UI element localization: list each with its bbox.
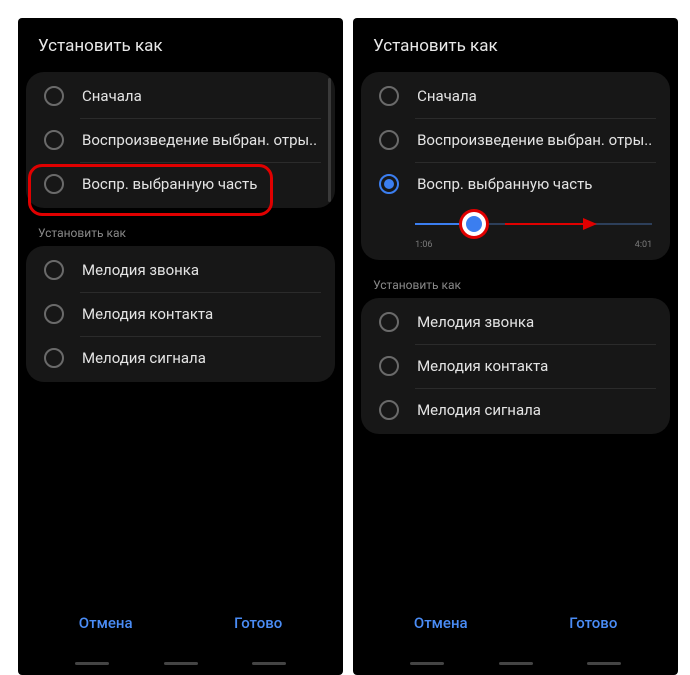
radio-icon — [44, 260, 64, 280]
radio-icon — [44, 174, 64, 194]
button-row: Отмена Готово — [353, 604, 678, 658]
page-title: Установить как — [353, 36, 678, 72]
screenshot-left: Установить как Сначала Воспроизведение в… — [18, 18, 343, 675]
option-contact-melody[interactable]: Мелодия контакта — [361, 344, 670, 388]
trim-slider[interactable]: 1:06 4:01 — [361, 206, 670, 258]
section-header: Установить как — [18, 216, 343, 246]
option-label: Мелодия сигнала — [417, 401, 541, 419]
nav-home-icon[interactable] — [164, 662, 198, 665]
radio-icon — [379, 86, 399, 106]
option-alarm-melody[interactable]: Мелодия сигнала — [26, 336, 335, 380]
time-end: 4:01 — [635, 240, 652, 250]
option-play-selected-part[interactable]: Воспр. выбранную часть — [26, 162, 335, 206]
cancel-button[interactable]: Отмена — [400, 604, 482, 642]
radio-icon — [44, 130, 64, 150]
cancel-button[interactable]: Отмена — [65, 604, 147, 642]
radio-icon — [379, 312, 399, 332]
option-ringtone[interactable]: Мелодия звонка — [361, 300, 670, 344]
radio-icon — [44, 86, 64, 106]
option-from-start[interactable]: Сначала — [361, 74, 670, 118]
radio-icon — [44, 304, 64, 324]
screenshot-right: Установить как Сначала Воспроизведение в… — [353, 18, 678, 675]
radio-icon — [379, 130, 399, 150]
option-label: Сначала — [82, 87, 142, 105]
option-from-start[interactable]: Сначала — [26, 74, 335, 118]
option-label: Воспроизведение выбран. отры.. — [82, 131, 317, 149]
radio-icon — [379, 400, 399, 420]
option-label: Воспроизведение выбран. отры.. — [417, 131, 652, 149]
option-alarm-melody[interactable]: Мелодия сигнала — [361, 388, 670, 432]
option-label: Мелодия контакта — [417, 357, 548, 375]
radio-icon — [379, 356, 399, 376]
section-header: Установить как — [353, 268, 678, 298]
option-play-selected-part[interactable]: Воспр. выбранную часть — [361, 162, 670, 206]
nav-back-icon[interactable] — [252, 662, 286, 665]
option-contact-melody[interactable]: Мелодия контакта — [26, 292, 335, 336]
done-button[interactable]: Готово — [555, 604, 631, 642]
option-play-selected-fragment[interactable]: Воспроизведение выбран. отры.. — [361, 118, 670, 162]
nav-bar — [18, 658, 343, 675]
page-title: Установить как — [18, 36, 343, 72]
radio-icon — [44, 348, 64, 368]
nav-recents-icon[interactable] — [410, 662, 444, 665]
playback-options-card: Сначала Воспроизведение выбран. отры.. В… — [361, 72, 670, 260]
done-button[interactable]: Готово — [220, 604, 296, 642]
nav-recents-icon[interactable] — [75, 662, 109, 665]
option-label: Мелодия контакта — [82, 305, 213, 323]
nav-back-icon[interactable] — [587, 662, 621, 665]
button-row: Отмена Готово — [18, 604, 343, 658]
slider-thumb[interactable] — [462, 212, 486, 236]
option-label: Мелодия сигнала — [82, 349, 206, 367]
slider-times: 1:06 4:01 — [415, 240, 652, 250]
nav-home-icon[interactable] — [499, 662, 533, 665]
option-play-selected-fragment[interactable]: Воспроизведение выбран. отры.. — [26, 118, 335, 162]
playback-options-card: Сначала Воспроизведение выбран. отры.. В… — [26, 72, 335, 208]
option-ringtone[interactable]: Мелодия звонка — [26, 248, 335, 292]
option-label: Мелодия звонка — [417, 313, 534, 331]
radio-icon — [379, 174, 399, 194]
option-label: Сначала — [417, 87, 477, 105]
nav-bar — [353, 658, 678, 675]
option-label: Воспр. выбранную часть — [417, 175, 592, 193]
option-label: Воспр. выбранную часть — [82, 175, 257, 193]
set-as-card: Мелодия звонка Мелодия контакта Мелодия … — [361, 298, 670, 434]
option-label: Мелодия звонка — [82, 261, 199, 279]
set-as-card: Мелодия звонка Мелодия контакта Мелодия … — [26, 246, 335, 382]
time-start: 1:06 — [415, 240, 432, 250]
